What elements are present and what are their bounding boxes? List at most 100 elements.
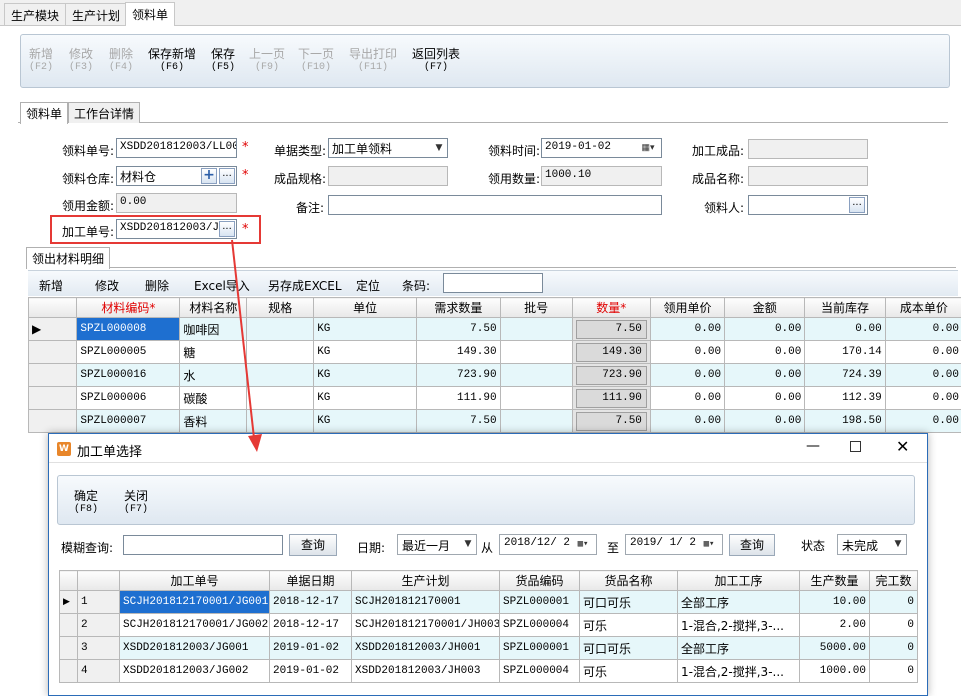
batch-cell[interactable] xyxy=(499,317,573,341)
stock-cell[interactable]: 112.39 xyxy=(804,386,886,410)
unit-price-cell[interactable]: 0.00 xyxy=(649,363,726,387)
col-header[interactable]: 金额 xyxy=(724,297,806,318)
unit-price-cell[interactable]: 0.00 xyxy=(649,340,726,364)
demand-qty-cell[interactable]: 149.30 xyxy=(416,340,501,364)
item-name-cell[interactable]: 可口可乐 xyxy=(579,636,678,660)
item-name-cell[interactable]: 可乐 xyxy=(579,613,678,637)
qty-cell[interactable]: 7.50 xyxy=(571,317,651,341)
barcode-input[interactable] xyxy=(443,273,543,293)
process-cell[interactable]: 全部工序 xyxy=(677,590,800,614)
fuzzy-search-input[interactable] xyxy=(123,535,283,555)
unit-cell[interactable]: KG xyxy=(313,317,418,341)
col-header[interactable]: 批号 xyxy=(499,297,573,318)
qty-cell[interactable]: 723.90 xyxy=(571,363,651,387)
demand-qty-cell[interactable]: 7.50 xyxy=(416,317,501,341)
col-header[interactable]: 完工数 xyxy=(869,570,918,591)
add-icon[interactable]: + xyxy=(201,168,217,184)
ellipsis-icon[interactable]: ... xyxy=(849,197,865,213)
spec-cell[interactable] xyxy=(246,317,315,341)
batch-cell[interactable] xyxy=(499,409,573,433)
doc-date-cell[interactable]: 2019-01-02 xyxy=(269,636,352,660)
amount-cell[interactable]: 0.00 xyxy=(724,409,806,433)
batch-cell[interactable] xyxy=(499,340,573,364)
work-order-no-cell[interactable]: XSDD201812003/JG002 xyxy=(119,659,270,683)
amount-cell[interactable]: 0.00 xyxy=(724,386,806,410)
doc-date-cell[interactable]: 2019-01-02 xyxy=(269,659,352,683)
unit-price-cell[interactable]: 0.00 xyxy=(649,317,726,341)
qty-cell[interactable]: 7.50 xyxy=(571,409,651,433)
amount-cell[interactable]: 0.00 xyxy=(724,340,806,364)
item-code-cell[interactable]: SPZL000004 xyxy=(499,613,580,637)
unit-cell[interactable]: KG xyxy=(313,386,418,410)
table-row[interactable]: SPZL000006 碳酸 KG 111.90 111.90 0.00 0.00… xyxy=(27,386,961,410)
unit-cell[interactable]: KG xyxy=(313,409,418,433)
completed-cell[interactable]: 0 xyxy=(869,613,918,637)
prev-page-button[interactable]: 上一页 (F9) xyxy=(249,47,285,75)
col-header[interactable]: 当前库存 xyxy=(804,297,886,318)
work-order-no-cell[interactable]: XSDD201812003/JG001 xyxy=(119,636,270,660)
close-icon[interactable]: ✕ xyxy=(896,437,909,456)
cost-price-cell[interactable]: 0.00 xyxy=(884,409,961,433)
to-date-picker[interactable]: 2019/ 1/ 2 ▦▾ xyxy=(625,534,723,555)
qty-field[interactable]: 1000.10 xyxy=(541,166,662,186)
table-row[interactable]: SPZL000007 香料 KG 7.50 7.50 0.00 0.00 198… xyxy=(27,409,961,433)
dialog-close-button[interactable]: 关闭 (F7) xyxy=(124,489,148,517)
item-code-cell[interactable]: SPZL000004 xyxy=(499,659,580,683)
doc-date-cell[interactable]: 2018-12-17 xyxy=(269,590,352,614)
date-range-select[interactable]: 最近一月 ▼ xyxy=(397,534,477,555)
table-row[interactable]: ▶ 1 SCJH201812170001/JG001 2018-12-17 SC… xyxy=(59,590,918,614)
tab-production-plan[interactable]: 生产计划 xyxy=(65,3,128,25)
cost-price-cell[interactable]: 0.00 xyxy=(884,386,961,410)
amount-field[interactable]: 0.00 xyxy=(116,193,237,213)
plan-cell[interactable]: XSDD201812003/JH003 xyxy=(351,659,500,683)
calendar-icon[interactable]: ▦▾ xyxy=(570,535,596,553)
table-row[interactable]: SPZL000005 糖 KG 149.30 149.30 0.00 0.00 … xyxy=(27,340,961,364)
batch-cell[interactable] xyxy=(499,363,573,387)
col-header[interactable]: 材料编码* xyxy=(76,297,181,318)
cost-price-cell[interactable]: 0.00 xyxy=(884,340,961,364)
prod-qty-cell[interactable]: 5000.00 xyxy=(799,636,870,660)
tab-workbench-details[interactable]: 工作台详情 xyxy=(68,102,141,123)
demand-qty-cell[interactable]: 723.90 xyxy=(416,363,501,387)
material-code-cell[interactable]: SPZL000006 xyxy=(76,386,181,410)
new-button[interactable]: 新增 (F2) xyxy=(29,47,53,75)
process-cell[interactable]: 1-混合,2-搅拌,3-... xyxy=(677,659,800,683)
table-row[interactable]: 2 SCJH201812170001/JG002 2018-12-17 SCJH… xyxy=(59,613,918,637)
maximize-icon[interactable] xyxy=(850,441,861,452)
doc-type-select[interactable]: 加工单领料 ▼ xyxy=(328,138,448,158)
material-code-cell[interactable]: SPZL000005 xyxy=(76,340,181,364)
col-header[interactable]: 数量* xyxy=(571,297,651,318)
minimize-icon[interactable]: — xyxy=(806,438,820,454)
amount-cell[interactable]: 0.00 xyxy=(724,317,806,341)
product-field[interactable] xyxy=(748,139,868,159)
ellipsis-icon[interactable]: ... xyxy=(219,221,235,237)
calendar-icon[interactable]: ▦▾ xyxy=(696,535,722,553)
qty-cell[interactable]: 111.90 xyxy=(571,386,651,410)
spec-cell[interactable] xyxy=(246,409,315,433)
prod-qty-cell[interactable]: 1000.00 xyxy=(799,659,870,683)
completed-cell[interactable]: 0 xyxy=(869,590,918,614)
spec-cell[interactable] xyxy=(246,340,315,364)
stock-cell[interactable]: 198.50 xyxy=(804,409,886,433)
save-new-button[interactable]: 保存新增 (F6) xyxy=(148,47,196,75)
material-name-cell[interactable]: 碳酸 xyxy=(179,386,248,410)
col-header[interactable]: 生产数量 xyxy=(799,570,870,591)
unit-cell[interactable]: KG xyxy=(313,340,418,364)
process-cell[interactable]: 全部工序 xyxy=(677,636,800,660)
completed-cell[interactable]: 0 xyxy=(869,636,918,660)
table-row[interactable]: 3 XSDD201812003/JG001 2019-01-02 XSDD201… xyxy=(59,636,918,660)
col-header[interactable]: 货品编码 xyxy=(499,570,580,591)
prod-qty-cell[interactable]: 10.00 xyxy=(799,590,870,614)
confirm-button[interactable]: 确定 (F8) xyxy=(74,489,98,517)
completed-cell[interactable]: 0 xyxy=(869,659,918,683)
demand-qty-cell[interactable]: 111.90 xyxy=(416,386,501,410)
next-page-button[interactable]: 下一页 (F10) xyxy=(298,47,334,75)
req-time-field[interactable]: 2019-01-02 ▦▾ xyxy=(541,138,662,158)
table-row[interactable]: 4 XSDD201812003/JG002 2019-01-02 XSDD201… xyxy=(59,659,918,683)
stock-cell[interactable]: 724.39 xyxy=(804,363,886,387)
col-header[interactable]: 加工工序 xyxy=(677,570,800,591)
col-header[interactable]: 单据日期 xyxy=(269,570,352,591)
tab-material-details[interactable]: 领出材料明细 xyxy=(26,247,111,269)
cost-price-cell[interactable]: 0.00 xyxy=(884,317,961,341)
col-header[interactable]: 材料名称 xyxy=(179,297,248,318)
